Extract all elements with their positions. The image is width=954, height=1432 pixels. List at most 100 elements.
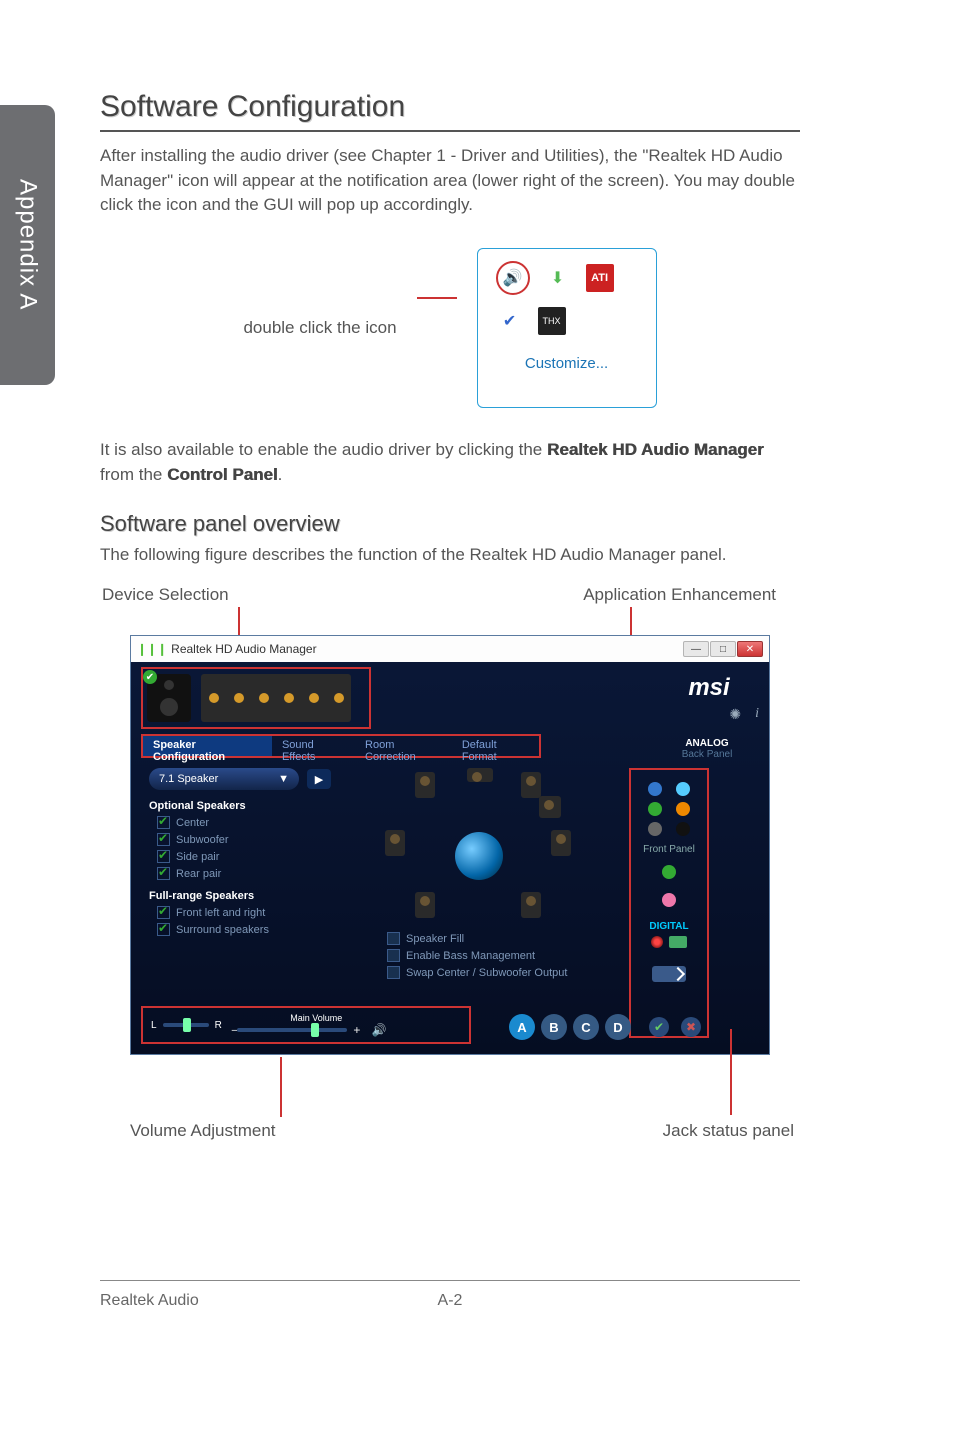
volume-thumb-icon[interactable] [311,1023,319,1037]
room-side-left-icon[interactable] [385,830,405,856]
profile-b-button[interactable]: B [541,1014,567,1040]
speaker-device-icon[interactable]: ✔ [147,674,191,722]
checkbox-icon[interactable] [157,833,170,846]
profile-c-button[interactable]: C [573,1014,599,1040]
room-front-left-icon[interactable] [415,772,435,798]
front-jack-pink-icon[interactable] [662,893,676,907]
checkbox-icon[interactable] [387,966,400,979]
jack-lightblue-icon[interactable] [676,782,690,796]
balance-r: R [215,1020,222,1031]
room-rear-right-icon[interactable] [521,892,541,918]
window-titlebar[interactable]: ❙❙❙ Realtek HD Audio Manager — □ ✕ [131,636,769,662]
callout-jack-status: Jack status panel [663,1121,794,1141]
tabs-row: Speaker Configuration Sound Effects Room… [141,734,541,758]
tab-speaker-config[interactable]: Speaker Configuration [143,736,272,756]
customize-link[interactable]: Customize... [490,355,644,372]
callouts-top: Device Selection Application Enhancement [100,585,800,605]
mid-checks: Speaker Fill Enable Bass Management Swap… [379,932,589,979]
callout-app-enhancement: Application Enhancement [583,585,776,605]
profile-a-button[interactable]: A [509,1014,535,1040]
chk-side-pair[interactable]: Side pair [157,850,369,863]
appendix-side-tab: Appendix A [0,105,55,385]
checkbox-icon[interactable] [157,906,170,919]
intro-paragraph: After installing the audio driver (see C… [100,144,800,218]
volume-slider[interactable] [237,1028,347,1032]
thx-tray-icon[interactable]: THX [538,307,566,335]
brand-icons: ✺ i [659,706,759,723]
main-volume-box: Main Volume – + 🔊 [232,1013,391,1037]
profile-d-button[interactable]: D [605,1014,631,1040]
panel-top-row: ✔ msi ✺ i [131,662,769,734]
jack-green-icon[interactable] [648,802,662,816]
jack-grey-icon[interactable] [648,822,662,836]
play-test-button[interactable]: ▶ [307,769,331,789]
vol-plus-mute-icons[interactable]: + 🔊 [353,1023,390,1037]
balance-thumb-icon[interactable] [183,1018,191,1032]
chk-bass-mgmt[interactable]: Enable Bass Management [387,949,589,962]
checkbox-icon[interactable] [387,949,400,962]
chk-center[interactable]: Center [157,816,369,829]
checkbox-icon[interactable] [157,816,170,829]
room-center-speaker-icon[interactable] [467,768,493,782]
back-panel-text: Back Panel [682,749,733,760]
speaker-mode-select[interactable]: 7.1 Speaker ▼ [149,768,299,790]
gear-icon[interactable]: ✺ [729,706,741,723]
spdif-icon[interactable] [669,936,687,948]
checkbox-icon[interactable] [157,867,170,880]
apply-button[interactable]: ✔ [649,1017,669,1037]
p2a: It is also available to enable the audio… [100,440,547,459]
chk-front-lr[interactable]: Front left and right [157,906,369,919]
chk-speaker-fill[interactable]: Speaker Fill [387,932,589,945]
fullrange-header: Full-range Speakers [149,890,369,902]
system-tray-box: 🔊 ⬇ ATI ✔ THX Customize... [477,248,657,408]
panel-wrapper: ❙❙❙ Realtek HD Audio Manager — □ ✕ ✔ [130,611,770,1071]
tab-sound-effects[interactable]: Sound Effects [272,736,355,756]
device-selection-box[interactable]: ✔ [141,667,371,729]
p2c: from the [100,465,167,484]
appendix-side-label: Appendix A [14,179,42,310]
tab-default-format[interactable]: Default Format [452,736,539,756]
room-subwoofer-icon[interactable] [539,796,561,818]
digital-label: DIGITAL [631,921,707,932]
callout-volume-adjustment: Volume Adjustment [130,1121,276,1141]
cancel-button[interactable]: ✖ [681,1017,701,1037]
page-title: Software Configuration [100,90,800,132]
page-footer: Realtek Audio A-2 [100,1292,800,1310]
front-jack-green-icon[interactable] [662,865,676,879]
balance-slider[interactable] [163,1023,209,1027]
checkbox-icon[interactable] [157,923,170,936]
room-front-right-icon[interactable] [521,772,541,798]
jack-strip-icon[interactable] [201,674,351,722]
maximize-button[interactable]: □ [710,641,736,657]
jack-orange-icon[interactable] [676,802,690,816]
chk-rear-pair[interactable]: Rear pair [157,867,369,880]
tray-row-1: 🔊 ⬇ ATI [490,261,644,295]
left-column: 7.1 Speaker ▼ ▶ Optional Speakers Center… [149,768,369,1038]
ati-tray-icon[interactable]: ATI [586,264,614,292]
nvidia-tray-icon[interactable]: ⬇ [544,264,572,292]
checkbox-icon[interactable] [157,850,170,863]
speaker-mode-value: 7.1 Speaker [159,773,218,785]
window-title: Realtek HD Audio Manager [171,642,316,656]
chk-subwoofer[interactable]: Subwoofer [157,833,369,846]
analog-text: ANALOG [685,738,728,749]
chk-surround[interactable]: Surround speakers [157,923,369,936]
connector-button[interactable] [652,966,686,982]
speaker-room-diagram [379,772,579,922]
room-side-right-icon[interactable] [551,830,571,856]
tab-room-correction[interactable]: Room Correction [355,736,452,756]
msi-logo: msi [659,674,759,702]
jack-black-icon[interactable] [676,822,690,836]
close-button[interactable]: ✕ [737,641,763,657]
realtek-tray-icon[interactable]: 🔊 [499,264,527,292]
optional-speakers-header: Optional Speakers [149,800,369,812]
minimize-button[interactable]: — [683,641,709,657]
info-icon[interactable]: i [755,706,759,723]
room-rear-left-icon[interactable] [415,892,435,918]
utility-tray-icon[interactable]: ✔ [496,307,524,335]
optical-icon[interactable] [651,936,663,948]
checkbox-icon[interactable] [387,932,400,945]
jack-blue-icon[interactable] [648,782,662,796]
tray-highlight-circle: 🔊 [496,261,530,295]
chk-swap-center[interactable]: Swap Center / Subwoofer Output [387,966,589,979]
